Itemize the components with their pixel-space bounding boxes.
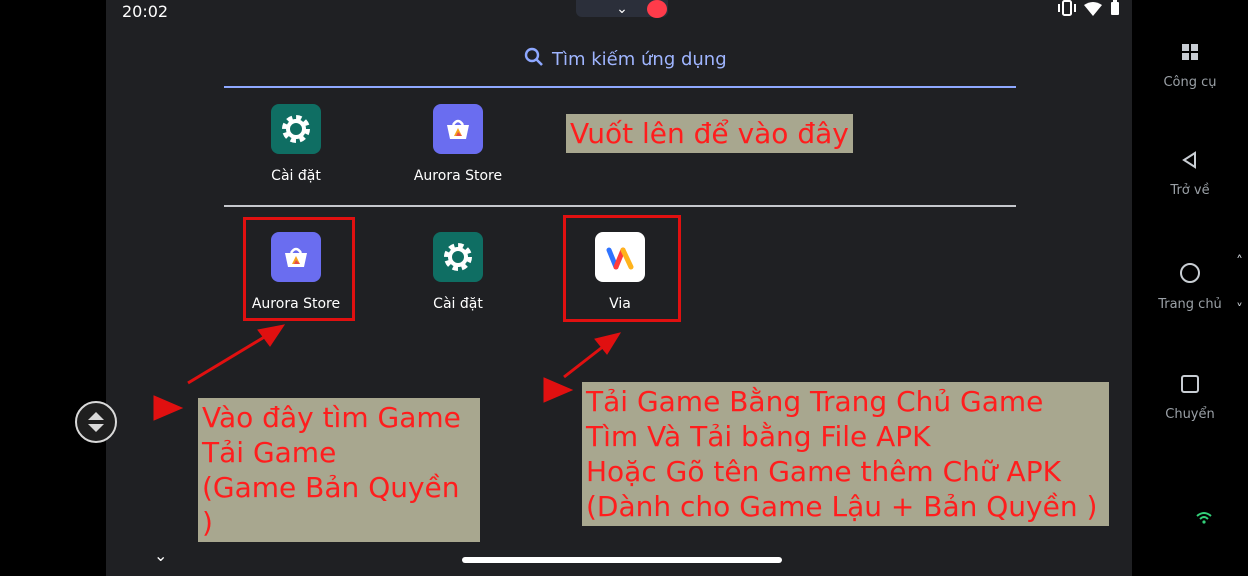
settings-gear-icon xyxy=(271,104,321,154)
app-label: Cài đặt xyxy=(433,296,483,312)
vibrate-icon xyxy=(1058,0,1076,20)
search-icon xyxy=(524,47,544,72)
chevron-down-icon[interactable]: ⌄ xyxy=(154,546,167,565)
rail-label: Trở về xyxy=(1170,183,1210,198)
annotation-line: (Dành cho Game Lậu + Bản Quyền ) xyxy=(586,490,1098,523)
annotation-line: Hoặc Gõ tên Game thêm Chữ APK xyxy=(586,455,1061,488)
aurora-store-icon xyxy=(433,104,483,154)
home-circle-icon xyxy=(1132,262,1248,289)
divider-line xyxy=(224,205,1016,207)
right-navigation-rail: Công cụ Trở về Trang chủ Chuyển xyxy=(1132,0,1248,576)
search-placeholder: Tìm kiếm ứng dụng xyxy=(552,49,727,70)
rail-switch[interactable]: Chuyển xyxy=(1132,374,1248,422)
gesture-home-bar[interactable] xyxy=(462,557,782,563)
annotation-line: Vào đây tìm Game xyxy=(202,401,461,434)
rail-back[interactable]: Trở về xyxy=(1132,150,1248,198)
app-settings-top[interactable]: Cài đặt xyxy=(236,104,356,184)
rail-label: Trang chủ xyxy=(1158,297,1222,312)
wifi-icon xyxy=(1084,1,1102,20)
status-icons xyxy=(1058,0,1120,20)
highlight-via xyxy=(563,215,681,322)
grid-icon xyxy=(1132,42,1248,67)
annotation-line: (Game Bản Quyền ) xyxy=(202,471,460,539)
recents-square-icon xyxy=(1132,374,1248,399)
rail-label: Chuyển xyxy=(1165,407,1215,422)
app-aurora-store-top[interactable]: Aurora Store xyxy=(398,104,518,184)
annotation-via-note: Tải Game Bằng Trang Chủ Game Tìm Và Tải … xyxy=(582,382,1109,526)
annotation-aurora-note: Vào đây tìm Game Tải Game (Game Bản Quyề… xyxy=(198,398,480,542)
chevron-up-icon[interactable]: ˄ xyxy=(1236,254,1243,270)
arrow-head-icon xyxy=(257,324,286,347)
annotation-line: Tìm Và Tải bằng File APK xyxy=(586,420,931,453)
arrow-head-icon xyxy=(594,332,622,355)
chevron-down-icon[interactable]: ˅ xyxy=(1236,302,1243,318)
app-settings[interactable]: Cài đặt xyxy=(398,232,518,312)
floating-scroll-button[interactable] xyxy=(75,401,117,443)
annotation-line: Tải Game xyxy=(202,436,337,469)
highlight-aurora-store xyxy=(243,217,355,321)
back-triangle-icon xyxy=(1132,150,1248,175)
rail-home[interactable]: Trang chủ xyxy=(1132,262,1248,312)
app-search[interactable]: Tìm kiếm ứng dụng xyxy=(524,47,727,72)
battery-icon xyxy=(1110,0,1120,20)
wifi-icon xyxy=(1195,511,1213,529)
recording-indicator xyxy=(647,0,667,18)
pointer-triangle-icon xyxy=(543,377,574,403)
search-underline xyxy=(224,86,1016,88)
rail-label: Công cụ xyxy=(1163,75,1217,90)
status-time: 20:02 xyxy=(122,2,169,21)
left-black-strip xyxy=(0,0,106,576)
annotation-line: Tải Game Bằng Trang Chủ Game xyxy=(586,385,1044,418)
android-app-drawer: 20:02 ⌄ Tìm kiếm ứng dụng Cài đặt Aurora… xyxy=(106,0,1132,576)
settings-gear-icon xyxy=(433,232,483,282)
chevron-down-icon: ⌄ xyxy=(616,0,628,17)
annotation-swipe-up: Vuốt lên để vào đây xyxy=(566,114,853,153)
app-label: Cài đặt xyxy=(271,168,321,184)
rail-tools[interactable]: Công cụ xyxy=(1132,42,1248,90)
pointer-triangle-icon xyxy=(153,395,184,421)
app-label: Aurora Store xyxy=(413,168,503,184)
up-down-arrows-icon xyxy=(88,412,104,432)
